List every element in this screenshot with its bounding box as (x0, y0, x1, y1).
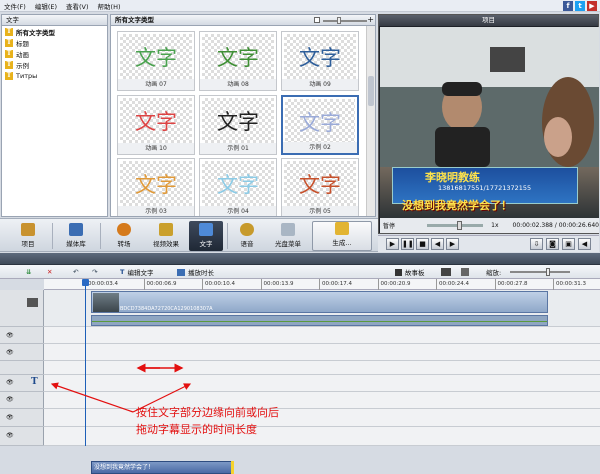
annotation-arrows (50, 363, 192, 413)
text-clip[interactable]: 没想到我竟然学会了！ (91, 461, 234, 474)
annotation-line-1: 按住文字部分边缘向前或向后 (136, 406, 279, 419)
annotation-line-2: 拖动字幕显示的时间长度 (136, 423, 257, 436)
text-clip-edge-handle[interactable] (231, 461, 234, 474)
